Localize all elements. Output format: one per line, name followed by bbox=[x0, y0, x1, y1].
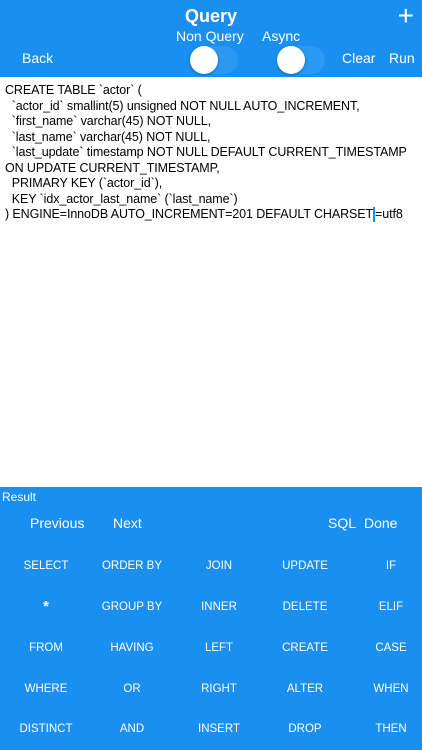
key-elif[interactable]: ELIF bbox=[349, 601, 422, 613]
sql-line: `actor_id` smallint(5) unsigned NOT NULL… bbox=[5, 98, 360, 113]
key-group-by[interactable]: GROUP BY bbox=[90, 601, 174, 613]
sql-line: `last_name` varchar(45) NOT NULL, bbox=[5, 129, 211, 144]
key-join[interactable]: JOIN bbox=[177, 560, 261, 572]
sql-text-after-cursor: =utf8 bbox=[375, 207, 403, 221]
sql-line: CREATE TABLE `actor` ( bbox=[5, 83, 142, 97]
key-asterisk[interactable]: * bbox=[4, 598, 88, 615]
sql-line: `first_name` varchar(45) NOT NULL, bbox=[5, 114, 211, 128]
sql-editor[interactable]: CREATE TABLE `actor` ( `actor_id` smalli… bbox=[0, 77, 422, 487]
key-where[interactable]: WHERE bbox=[4, 683, 88, 695]
sql-line: PRIMARY KEY (`actor_id`), bbox=[5, 176, 163, 190]
non-query-toggle[interactable] bbox=[190, 46, 238, 74]
sql-line: `last_update` timestamp NOT NULL DEFAULT… bbox=[5, 145, 407, 159]
previous-button[interactable]: Previous bbox=[30, 515, 84, 531]
sql-line: KEY `idx_actor_last_name` (`last_name`) bbox=[5, 191, 238, 206]
key-if[interactable]: IF bbox=[349, 560, 422, 572]
key-select[interactable]: SELECT bbox=[4, 560, 88, 572]
next-button[interactable]: Next bbox=[113, 515, 142, 531]
clear-button[interactable]: Clear bbox=[342, 50, 375, 66]
keyboard-toolbar: Previous Next SQL Done bbox=[0, 501, 422, 545]
key-from[interactable]: FROM bbox=[4, 642, 88, 654]
async-toggle[interactable] bbox=[277, 46, 325, 74]
run-button[interactable]: Run bbox=[389, 50, 415, 66]
key-case[interactable]: CASE bbox=[349, 642, 422, 654]
sql-keyboard: Previous Next SQL Done SELECT ORDER BY J… bbox=[0, 501, 422, 750]
key-update[interactable]: UPDATE bbox=[263, 560, 347, 572]
key-or[interactable]: OR bbox=[90, 683, 174, 695]
sql-line-last: ) ENGINE=InnoDB AUTO_INCREMENT=201 DEFAU… bbox=[5, 207, 407, 223]
key-when[interactable]: WHEN bbox=[349, 683, 422, 695]
key-right[interactable]: RIGHT bbox=[177, 683, 261, 695]
key-order-by[interactable]: ORDER BY bbox=[90, 560, 174, 572]
non-query-label: Non Query bbox=[176, 28, 244, 44]
back-button[interactable]: Back bbox=[22, 50, 53, 66]
key-then[interactable]: THEN bbox=[349, 723, 422, 735]
key-delete[interactable]: DELETE bbox=[263, 601, 347, 613]
sql-button[interactable]: SQL bbox=[328, 515, 356, 531]
async-label: Async bbox=[262, 28, 301, 44]
key-having[interactable]: HAVING bbox=[90, 642, 174, 654]
key-inner[interactable]: INNER bbox=[177, 601, 261, 613]
key-alter[interactable]: ALTER bbox=[263, 683, 347, 695]
result-label: Result bbox=[2, 490, 37, 501]
sql-text-before-cursor: ) ENGINE=InnoDB AUTO_INCREMENT=201 DEFAU… bbox=[5, 207, 374, 221]
sql-text: CREATE TABLE `actor` ( `actor_id` smalli… bbox=[5, 83, 407, 223]
toggle-knob bbox=[277, 46, 305, 74]
key-insert[interactable]: INSERT bbox=[177, 723, 261, 735]
key-create[interactable]: CREATE bbox=[263, 642, 347, 654]
key-and[interactable]: AND bbox=[90, 723, 174, 735]
sql-line: ON UPDATE CURRENT_TIMESTAMP, bbox=[5, 160, 220, 175]
key-left[interactable]: LEFT bbox=[177, 642, 261, 654]
result-header: Result bbox=[0, 487, 422, 501]
page-title: Query bbox=[184, 6, 238, 26]
navigation-header: Query + Non Query Async Back Clear Run bbox=[0, 0, 422, 77]
done-button[interactable]: Done bbox=[364, 515, 397, 531]
plus-icon[interactable]: + bbox=[398, 2, 414, 30]
key-drop[interactable]: DROP bbox=[263, 723, 347, 735]
key-distinct[interactable]: DISTINCT bbox=[4, 723, 88, 735]
toggle-knob bbox=[190, 46, 218, 74]
